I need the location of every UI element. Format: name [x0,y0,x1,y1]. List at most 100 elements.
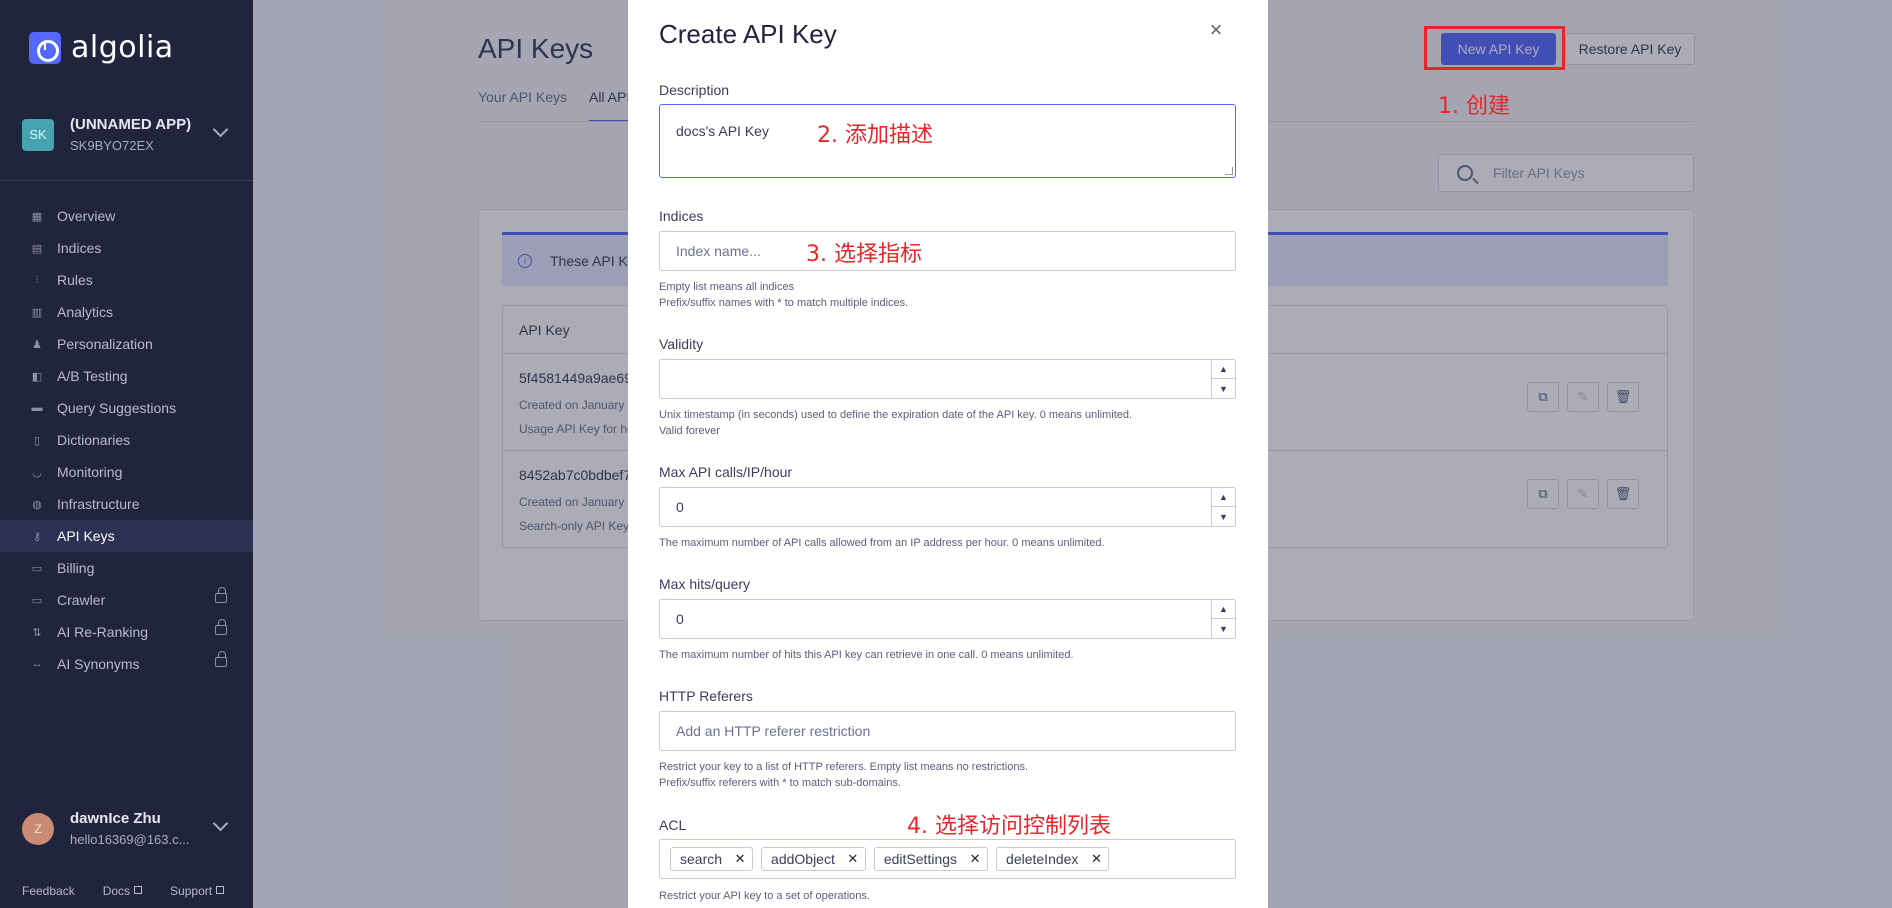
annotation-step-1: 1. 创建 [1438,94,1510,119]
max-calls-value: 0 [676,499,684,515]
acl-tag-editsettings: editSettings ✕ [873,847,989,871]
app-avatar: SK [22,118,54,151]
docs-link[interactable]: Docs [102,884,143,898]
acl-tag-label: editSettings [883,851,958,867]
validity-help-line: Valid forever [659,425,720,437]
sidebar-divider [0,180,253,181]
sidebar-item-label: Overview [57,208,116,224]
acl-field[interactable]: search ✕ addObject ✕ editSettings ✕ deleteI… [659,839,1236,879]
sidebar-item-crawler[interactable]: ▭ Crawler [0,584,253,616]
billing-icon: ▭ [31,562,43,575]
sidebar-item-overview[interactable]: ▦ Overview [0,200,253,232]
sidebar-item-indices[interactable]: ▤ Indices [0,232,253,264]
sidebar-item-ai-re-ranking[interactable]: ⇅ AI Re-Ranking [0,616,253,648]
indices-icon: ▤ [31,242,43,255]
overview-icon: ▦ [31,210,43,223]
sidebar-item-label: A/B Testing [57,368,128,384]
support-link-label: Support [170,884,213,898]
indices-input[interactable]: Index name... [659,231,1236,271]
description-field[interactable]: docs's API Key [659,104,1236,178]
algolia-logo[interactable]: algolia [29,30,174,65]
sidebar-item-label: Monitoring [57,464,123,480]
referers-help-line: Prefix/suffix referers with * to match s… [659,777,901,789]
max-calls-field[interactable]: 0 ▲ ▼ [659,487,1236,527]
app-selector[interactable]: SK (UNNAMED APP) SK9BYO72EX [22,116,234,153]
sidebar-item-a-b-testing[interactable]: ◧ A/B Testing [0,360,253,392]
modal-title: Create API Key [659,19,837,49]
max-hits-field[interactable]: 0 ▲ ▼ [659,599,1236,639]
annotation-step-3: 3. 选择指标 [806,242,922,267]
sidebar-item-rules[interactable]: ⫶ Rules [0,264,253,296]
sidebar-item-label: Indices [57,240,102,256]
max-hits-label: Max hits/query [659,576,751,592]
max-hits-help: The maximum number of hits this API key … [659,649,1074,661]
chevron-down-icon[interactable]: ▼ [1212,379,1235,398]
resize-handle-icon[interactable] [1225,167,1233,175]
validity-stepper: ▲ ▼ [1211,360,1235,398]
sidebar-item-label: Crawler [57,592,106,608]
external-link-icon [216,886,225,894]
close-icon[interactable]: ✕ [1090,851,1102,867]
docs-link-label: Docs [102,884,131,898]
sidebar-item-api-keys[interactable]: ⚷ API Keys [0,520,253,552]
indices-help: Empty list means all indices Prefix/suff… [659,279,908,311]
sidebar-item-label: AI Synonyms [57,656,140,672]
annotation-highlight-box [1424,26,1565,70]
sidebar-item-analytics[interactable]: ▥ Analytics [0,296,253,328]
referers-help: Restrict your key to a list of HTTP refe… [659,759,1028,791]
validity-label: Validity [659,336,704,352]
lock-icon [215,587,227,603]
sidebar-item-label: API Keys [57,528,115,544]
close-icon[interactable]: ✕ [734,851,746,867]
chevron-up-icon[interactable]: ▲ [1212,360,1235,379]
close-icon[interactable]: ✕ [969,851,981,867]
close-icon[interactable]: × [1204,17,1228,42]
referers-input[interactable]: Add an HTTP referer restriction [659,711,1236,751]
app-name: (UNNAMED APP) [70,116,192,133]
indices-label: Indices [659,208,704,224]
support-link[interactable]: Support [170,884,225,898]
infrastructure-icon: ◍ [32,498,42,511]
user-avatar: Z [22,812,54,845]
chevron-up-icon[interactable]: ▲ [1212,488,1235,507]
sidebar-item-personalization[interactable]: ♟ Personalization [0,328,253,360]
sidebar-item-dictionaries[interactable]: ▯ Dictionaries [0,424,253,456]
user-menu[interactable]: Z dawnIce Zhu hello16369@163.c... [22,810,234,847]
feedback-link[interactable]: Feedback [22,884,75,898]
referers-help-line: Restrict your key to a list of HTTP refe… [659,761,1029,773]
max-calls-stepper: ▲ ▼ [1211,488,1235,526]
chevron-down-icon[interactable]: ▼ [1212,619,1235,638]
indices-placeholder: Index name... [676,243,761,259]
sidebar-item-label: Query Suggestions [57,400,177,416]
dictionaries-icon: ▯ [33,434,41,447]
external-link-icon [134,886,143,894]
chevron-down-icon[interactable] [212,121,229,138]
sidebar-item-ai-synonyms[interactable]: ↔ AI Synonyms [0,648,253,680]
validity-help-line: Unix timestamp (in seconds) used to defi… [659,409,1133,421]
acl-tag-addobject: addObject ✕ [761,847,866,871]
app-id: SK9BYO72EX [70,138,154,153]
max-calls-label: Max API calls/IP/hour [659,464,793,480]
sidebar-item-monitoring[interactable]: ◡ Monitoring [0,456,253,488]
sidebar-item-label: Analytics [57,304,114,320]
max-hits-stepper: ▲ ▼ [1211,600,1235,638]
close-icon[interactable]: ✕ [847,851,859,867]
referers-placeholder: Add an HTTP referer restriction [676,723,871,739]
max-hits-value: 0 [676,611,684,627]
ab-testing-icon: ◧ [31,370,43,383]
chevron-down-icon[interactable]: ▼ [1212,507,1235,526]
description-value: docs's API Key [676,123,769,139]
sidebar-nav: ▦ Overview ▤ Indices ⫶ Rules ▥ Analytics ♟ Person… [0,200,253,680]
sidebar-footer: Feedback Docs Support [22,884,225,898]
monitoring-icon: ◡ [32,466,42,479]
acl-label: ACL [659,817,687,833]
user-email: hello16369@163.c... [70,832,190,847]
validity-field[interactable]: ▲ ▼ [659,359,1236,399]
sidebar-item-billing[interactable]: ▭ Billing [0,552,253,584]
sidebar-item-infrastructure[interactable]: ◍ Infrastructure [0,488,253,520]
chevron-down-icon[interactable] [212,815,229,832]
algolia-logo-icon [29,31,61,64]
sidebar-item-query-suggestions[interactable]: ▬ Query Suggestions [0,392,253,424]
chevron-up-icon[interactable]: ▲ [1212,600,1235,619]
crawler-icon: ▭ [31,594,43,607]
